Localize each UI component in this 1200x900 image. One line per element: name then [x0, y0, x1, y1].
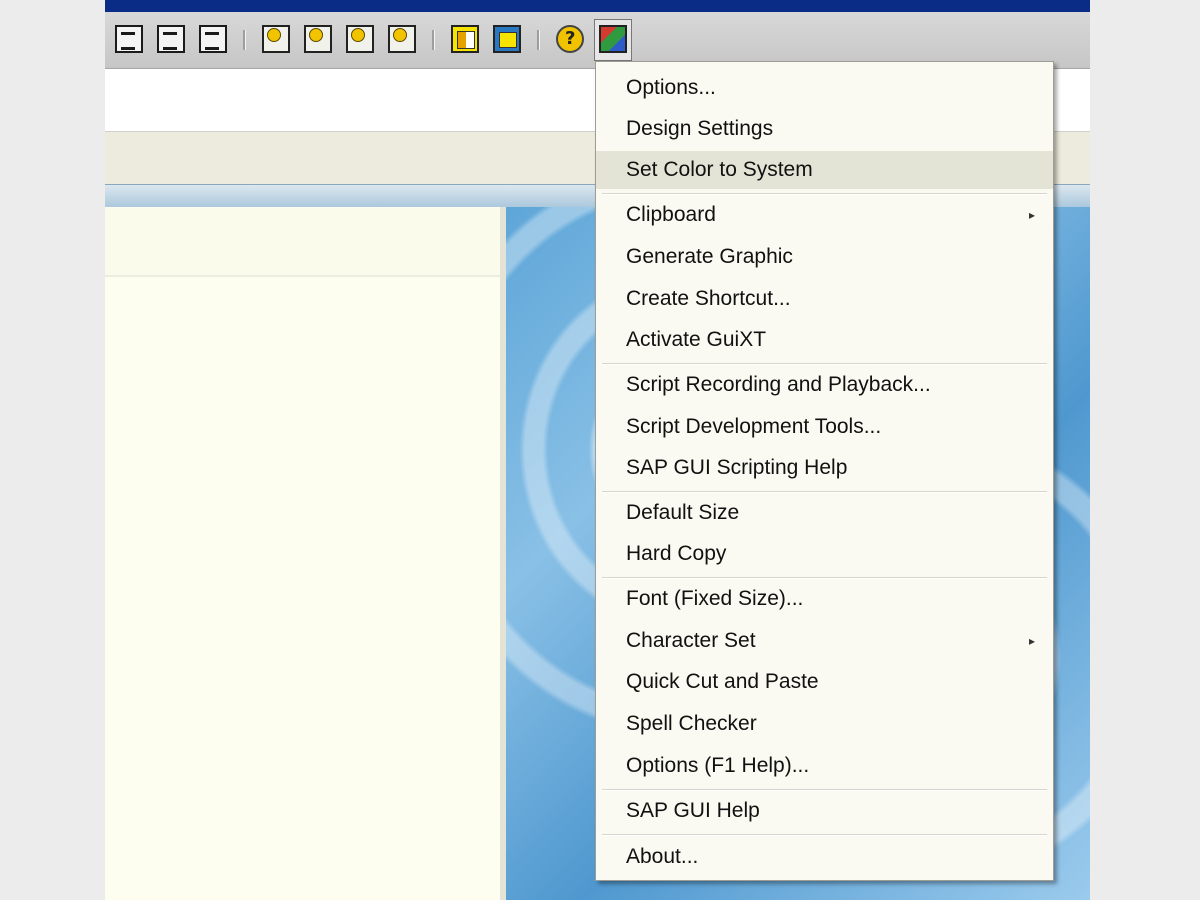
- menu-item-set-color-to-system[interactable]: Set Color to System: [596, 151, 1053, 189]
- menu-item-default-size[interactable]: Default Size: [596, 494, 1053, 532]
- customize-layout-icon[interactable]: [599, 25, 627, 53]
- customize-local-layout-menu: Options... Design Settings Set Color to …: [595, 61, 1054, 881]
- print-icon[interactable]: [115, 25, 143, 53]
- menu-separator: [602, 834, 1047, 836]
- menu-item-options[interactable]: Options...: [596, 69, 1053, 107]
- menu-item-about[interactable]: About...: [596, 838, 1053, 876]
- menu-item-design-settings[interactable]: Design Settings: [596, 110, 1053, 148]
- find-icon[interactable]: [157, 25, 185, 53]
- menu-item-sap-gui-help[interactable]: SAP GUI Help: [596, 792, 1053, 830]
- find-next-icon[interactable]: [199, 25, 227, 53]
- last-page-icon[interactable]: [388, 25, 416, 53]
- submenu-arrow-icon: ▸: [1028, 208, 1035, 222]
- title-bar: [105, 0, 1090, 12]
- menu-item-sap-gui-scripting-help[interactable]: SAP GUI Scripting Help: [596, 449, 1053, 487]
- menu-separator: [602, 577, 1047, 579]
- menu-item-script-recording[interactable]: Script Recording and Playback...: [596, 366, 1053, 404]
- menu-separator: [602, 491, 1047, 493]
- menu-item-options-f1-help[interactable]: Options (F1 Help)...: [596, 747, 1053, 785]
- previous-page-icon[interactable]: [304, 25, 332, 53]
- menu-item-create-shortcut[interactable]: Create Shortcut...: [596, 280, 1053, 318]
- menu-item-spell-checker[interactable]: Spell Checker: [596, 705, 1053, 743]
- next-page-icon[interactable]: [346, 25, 374, 53]
- toolbar-separator: [243, 30, 246, 50]
- shortcut-icon[interactable]: [493, 25, 521, 53]
- menu-item-activate-guixt[interactable]: Activate GuiXT: [596, 321, 1053, 359]
- submenu-arrow-icon: ▸: [1028, 634, 1035, 648]
- navigation-pane: [105, 207, 506, 900]
- menu-item-font-fixed-size[interactable]: Font (Fixed Size)...: [596, 580, 1053, 618]
- menu-item-generate-graphic[interactable]: Generate Graphic: [596, 238, 1053, 276]
- toolbar-separator: [432, 30, 435, 50]
- menu-item-quick-cut-and-paste[interactable]: Quick Cut and Paste: [596, 663, 1053, 701]
- menu-item-hard-copy[interactable]: Hard Copy: [596, 535, 1053, 573]
- create-session-icon[interactable]: [451, 25, 479, 53]
- menu-separator: [602, 363, 1047, 365]
- customize-layout-button[interactable]: [594, 19, 632, 61]
- navigation-pane-header: [105, 207, 500, 277]
- menu-item-character-set[interactable]: Character Set ▸: [596, 622, 1053, 660]
- menu-item-script-development-tools[interactable]: Script Development Tools...: [596, 408, 1053, 446]
- menu-separator: [602, 789, 1047, 791]
- menu-item-clipboard[interactable]: Clipboard ▸: [596, 196, 1053, 234]
- menu-separator: [602, 193, 1047, 195]
- toolbar-separator: [537, 30, 540, 50]
- first-page-icon[interactable]: [262, 25, 290, 53]
- help-icon[interactable]: [556, 25, 584, 53]
